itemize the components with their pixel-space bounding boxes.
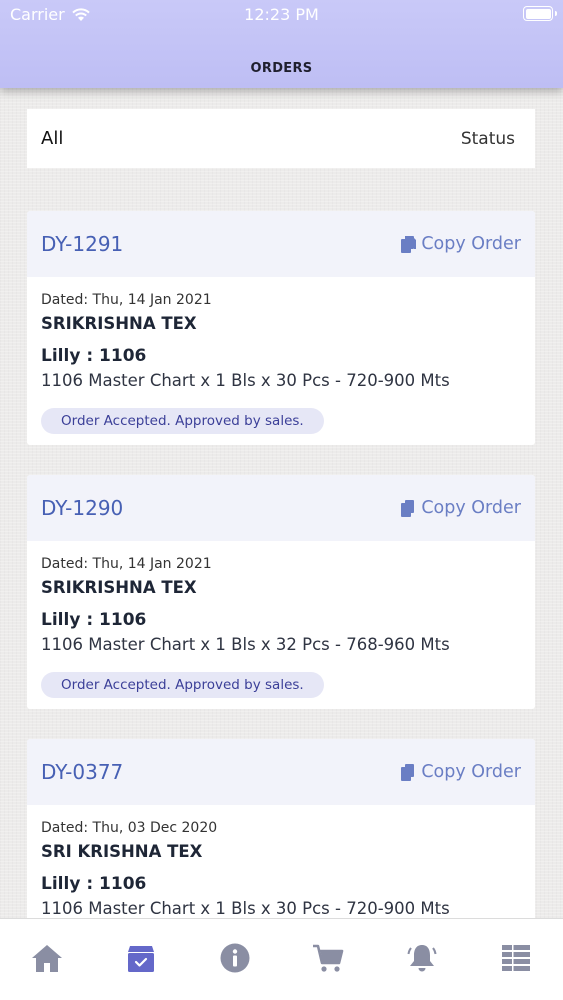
- app-header: Carrier 12:23 PM ORDERS: [0, 0, 563, 88]
- order-id[interactable]: DY-0377: [41, 760, 123, 784]
- copy-icon: [401, 763, 415, 781]
- copy-order-label: Copy Order: [421, 498, 521, 518]
- home-icon: [32, 945, 62, 972]
- order-id[interactable]: DY-1290: [41, 496, 123, 520]
- order-status-badge: Order Accepted. Approved by sales.: [41, 672, 324, 698]
- copy-order-button[interactable]: Copy Order: [400, 498, 521, 518]
- filter-all[interactable]: All: [41, 128, 63, 149]
- tab-menu[interactable]: [485, 919, 547, 1000]
- order-detail: 1106 Master Chart x 1 Bls x 30 Pcs - 720…: [41, 371, 450, 390]
- cart-icon: [313, 944, 344, 972]
- order-card[interactable]: DY-1290 Copy Order Dated: Thu, 14 Jan 20…: [27, 475, 535, 709]
- tab-info[interactable]: [204, 919, 266, 1000]
- order-product: Lilly : 1106: [41, 610, 147, 630]
- order-status-badge: Order Accepted. Approved by sales.: [41, 408, 324, 434]
- info-icon: [220, 943, 250, 973]
- order-date: Dated: Thu, 14 Jan 2021: [41, 556, 212, 572]
- copy-order-button[interactable]: Copy Order: [400, 762, 521, 782]
- copy-order-button[interactable]: Copy Order: [400, 234, 521, 254]
- orders-list: DY-1291 Copy Order Dated: Thu, 14 Jan 20…: [27, 211, 535, 1000]
- copy-icon: [401, 235, 417, 253]
- order-card[interactable]: DY-1291 Copy Order Dated: Thu, 14 Jan 20…: [27, 211, 535, 445]
- order-date: Dated: Thu, 03 Dec 2020: [41, 820, 218, 836]
- copy-order-label: Copy Order: [421, 234, 521, 254]
- copy-order-label: Copy Order: [421, 762, 521, 782]
- order-product: Lilly : 1106: [41, 346, 147, 366]
- status-bar: Carrier 12:23 PM: [0, 0, 563, 30]
- order-card-header: DY-1290 Copy Order: [27, 475, 535, 541]
- order-card-body: Dated: Thu, 14 Jan 2021 SRIKRISHNA TEX L…: [27, 541, 535, 698]
- orders-box-icon: [127, 946, 154, 972]
- order-customer: SRIKRISHNA TEX: [41, 314, 197, 333]
- order-card-header: DY-0377 Copy Order: [27, 739, 535, 805]
- order-card-body: Dated: Thu, 03 Dec 2020 SRI KRISHNA TEX …: [27, 805, 535, 919]
- status-time: 12:23 PM: [244, 5, 319, 24]
- order-id[interactable]: DY-1291: [41, 232, 123, 256]
- tab-home[interactable]: [16, 919, 78, 1000]
- tab-cart[interactable]: [297, 919, 359, 1000]
- page-title: ORDERS: [250, 61, 313, 76]
- order-customer: SRIKRISHNA TEX: [41, 578, 197, 597]
- bell-icon: [407, 945, 437, 972]
- order-card-body: Dated: Thu, 14 Jan 2021 SRIKRISHNA TEX L…: [27, 277, 535, 434]
- copy-icon: [401, 499, 415, 517]
- filter-bar: All Status: [27, 109, 535, 168]
- order-card-header: DY-1291 Copy Order: [27, 211, 535, 277]
- order-date: Dated: Thu, 14 Jan 2021: [41, 292, 212, 308]
- order-product: Lilly : 1106: [41, 874, 147, 894]
- filter-status-dropdown[interactable]: Status: [461, 129, 515, 149]
- order-detail: 1106 Master Chart x 1 Bls x 32 Pcs - 768…: [41, 635, 450, 654]
- order-detail: 1106 Master Chart x 1 Bls x 30 Pcs - 720…: [41, 899, 450, 918]
- order-customer: SRI KRISHNA TEX: [41, 842, 203, 861]
- battery-icon: [523, 6, 557, 21]
- tab-orders[interactable]: [110, 919, 172, 1000]
- tab-bar: [0, 918, 563, 1000]
- menu-list-icon: [501, 945, 530, 971]
- tab-notifications[interactable]: [391, 919, 453, 1000]
